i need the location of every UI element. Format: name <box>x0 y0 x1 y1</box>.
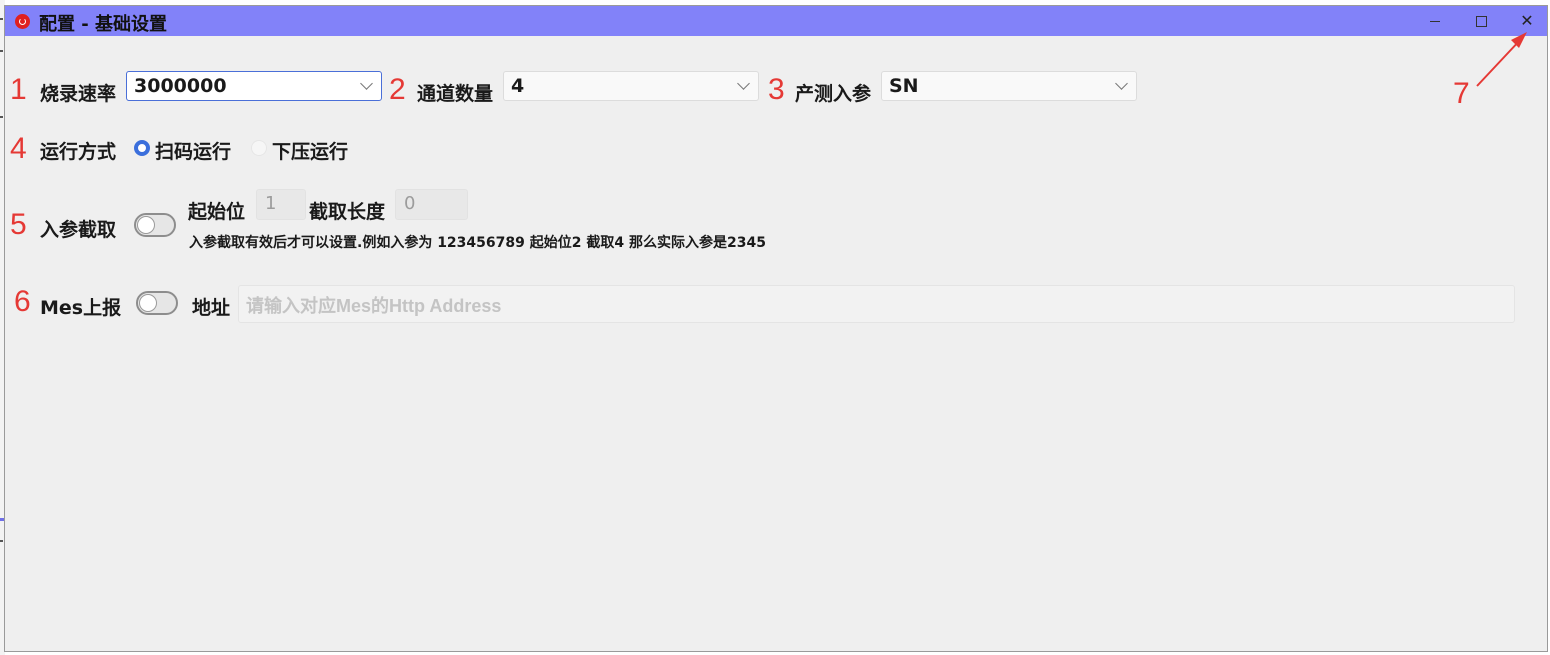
arrow-line <box>1476 37 1523 87</box>
mes-report-label: Mes上报 <box>40 297 122 319</box>
radio-scan-run-label[interactable]: 扫码运行 <box>155 137 231 164</box>
param-trim-label: 入参截取 <box>40 219 117 241</box>
trim-length-label: 截取长度 <box>309 201 386 223</box>
annotation-4: 4 <box>10 132 27 165</box>
mes-report-toggle[interactable] <box>136 291 178 315</box>
mes-address-input[interactable]: 请输入对应Mes的Http Address <box>238 285 1515 323</box>
mes-address-placeholder: 请输入对应Mes的Http Address <box>246 296 502 316</box>
start-position-value: 1 <box>265 193 277 214</box>
trim-length-input[interactable]: 0 <box>395 189 468 220</box>
annotation-5: 5 <box>10 208 27 241</box>
param-trim-toggle[interactable] <box>134 213 176 237</box>
radio-press-run-label[interactable]: 下压运行 <box>272 137 348 164</box>
arrow-head <box>1511 32 1527 48</box>
config-window: 配置 - 基础设置 ✕ 1 烧录速率 3000000 2 通道数量 4 3 产测… <box>4 5 1548 652</box>
start-position-input[interactable]: 1 <box>256 189 306 220</box>
param-trim-hint: 入参截取有效后才可以设置.例如入参为 123456789 起始位2 截取4 那么… <box>189 235 766 251</box>
run-mode-label: 运行方式 <box>40 141 117 163</box>
address-label: 地址 <box>192 297 231 319</box>
radio-scan-run[interactable] <box>134 140 150 156</box>
trim-length-value: 0 <box>404 193 416 214</box>
annotation-arrow <box>1476 32 1527 87</box>
annotation-6: 6 <box>14 285 31 318</box>
radio-press-run[interactable] <box>251 140 267 156</box>
start-position-label: 起始位 <box>188 201 246 223</box>
